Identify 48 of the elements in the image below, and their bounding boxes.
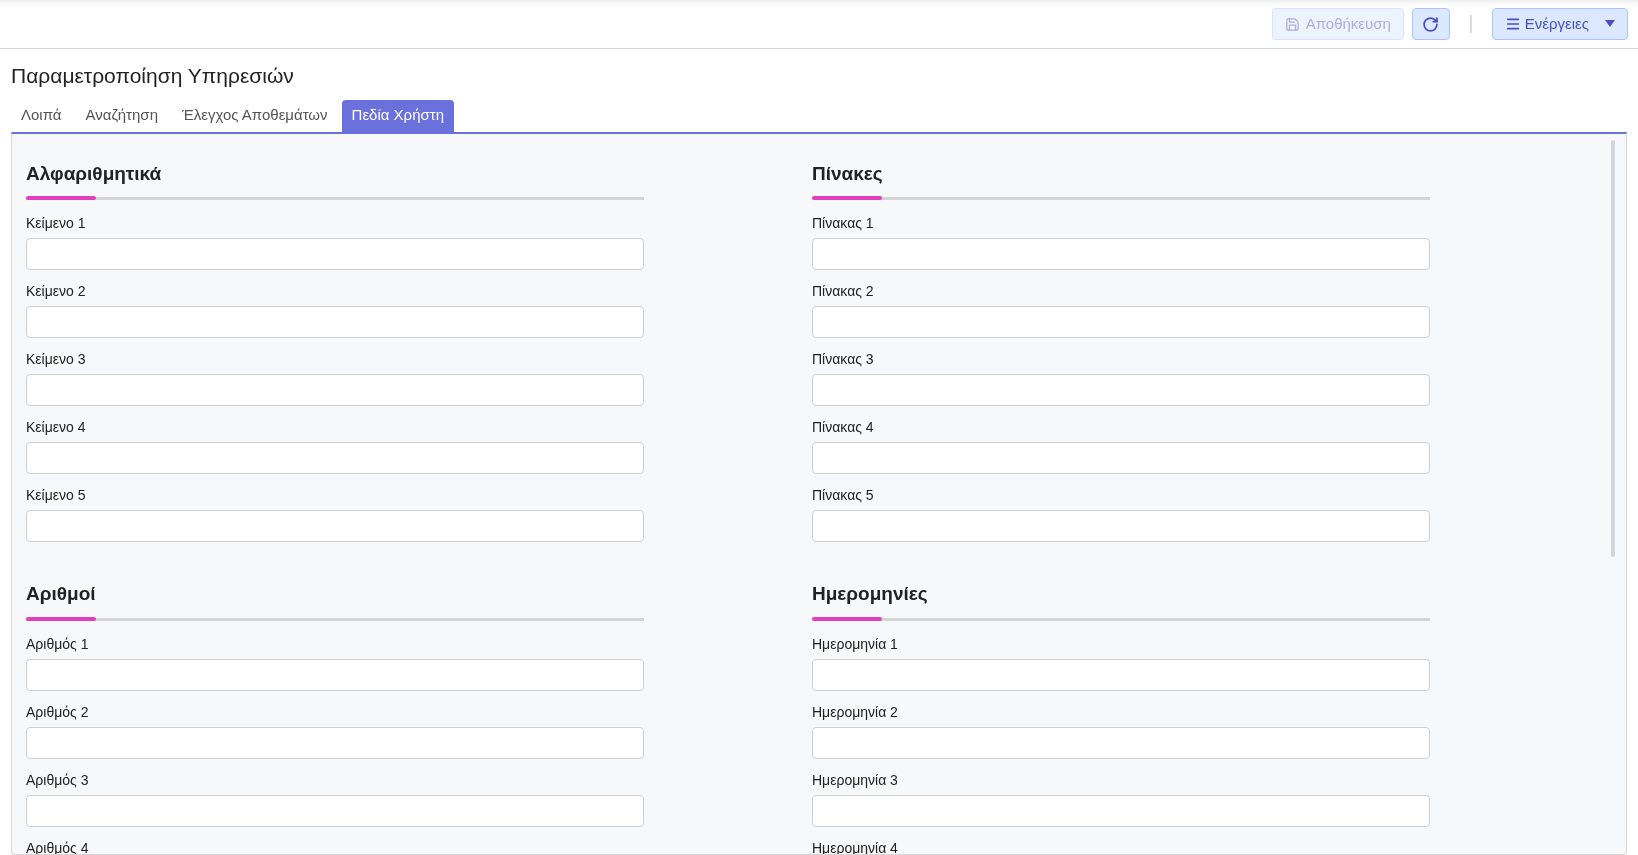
input-field[interactable] [812,306,1430,338]
input-field[interactable] [26,374,644,406]
save-icon [1284,16,1300,32]
tab[interactable]: Αναζήτηση [75,99,168,132]
input-field[interactable] [26,238,644,270]
field-label: Αριθμός 3 [26,770,89,790]
input-field[interactable] [812,794,1430,827]
section-title: Αλφαριθμητικά [26,161,162,186]
field-label: Ημερομηνία 1 [812,634,898,654]
caret-icon [1605,20,1615,28]
tab[interactable]: Πεδία Χρήστη [341,99,455,132]
input-field[interactable] [812,726,1430,759]
input-field[interactable] [812,374,1430,406]
field-label: Πίνακας 4 [812,418,874,437]
input-field[interactable] [812,510,1430,542]
field-label: Αριθμός 1 [26,634,89,654]
field-label: Κείμενο 5 [26,486,86,505]
section-title: Ημερομηνίες [812,582,928,606]
input-field[interactable] [26,726,644,759]
field-label: Αριθμός 2 [26,702,89,722]
refresh-icon [1422,15,1440,33]
field-label: Ημερομηνία 2 [812,702,898,722]
field-label: Πίνακας 2 [812,282,874,301]
input-field[interactable] [26,306,644,338]
input-field[interactable] [26,442,644,474]
field-label: Πίνακας 1 [812,214,874,233]
section-title: Πίνακες [812,161,883,186]
tab[interactable]: Λοιπά [11,99,72,132]
input-field[interactable] [26,658,644,691]
input-field[interactable] [812,658,1430,691]
menu-icon [1504,16,1521,32]
section-title: Αριθμοί [26,582,96,606]
field-label: Κείμενο 1 [26,214,86,233]
input-field[interactable] [26,510,644,542]
field-label: Πίνακας 3 [812,350,874,369]
input-field[interactable] [812,238,1430,270]
actions-button[interactable]: Ενέργειες [1491,8,1628,40]
page-title: Παραμετροποίηση Υπηρεσιών [11,63,294,89]
tab[interactable]: Έλεγχος Αποθεμάτων [172,99,338,132]
field-label: Ημερομηνία 3 [812,770,898,790]
field-label: Κείμενο 4 [26,418,86,437]
field-label: Κείμενο 3 [26,350,86,369]
scrollbar[interactable] [1611,139,1615,557]
field-label: Κείμενο 2 [26,282,86,301]
field-label: Πίνακας 5 [812,486,874,505]
input-field[interactable] [812,442,1430,474]
input-field[interactable] [26,794,644,827]
refresh-button[interactable] [1411,8,1450,40]
